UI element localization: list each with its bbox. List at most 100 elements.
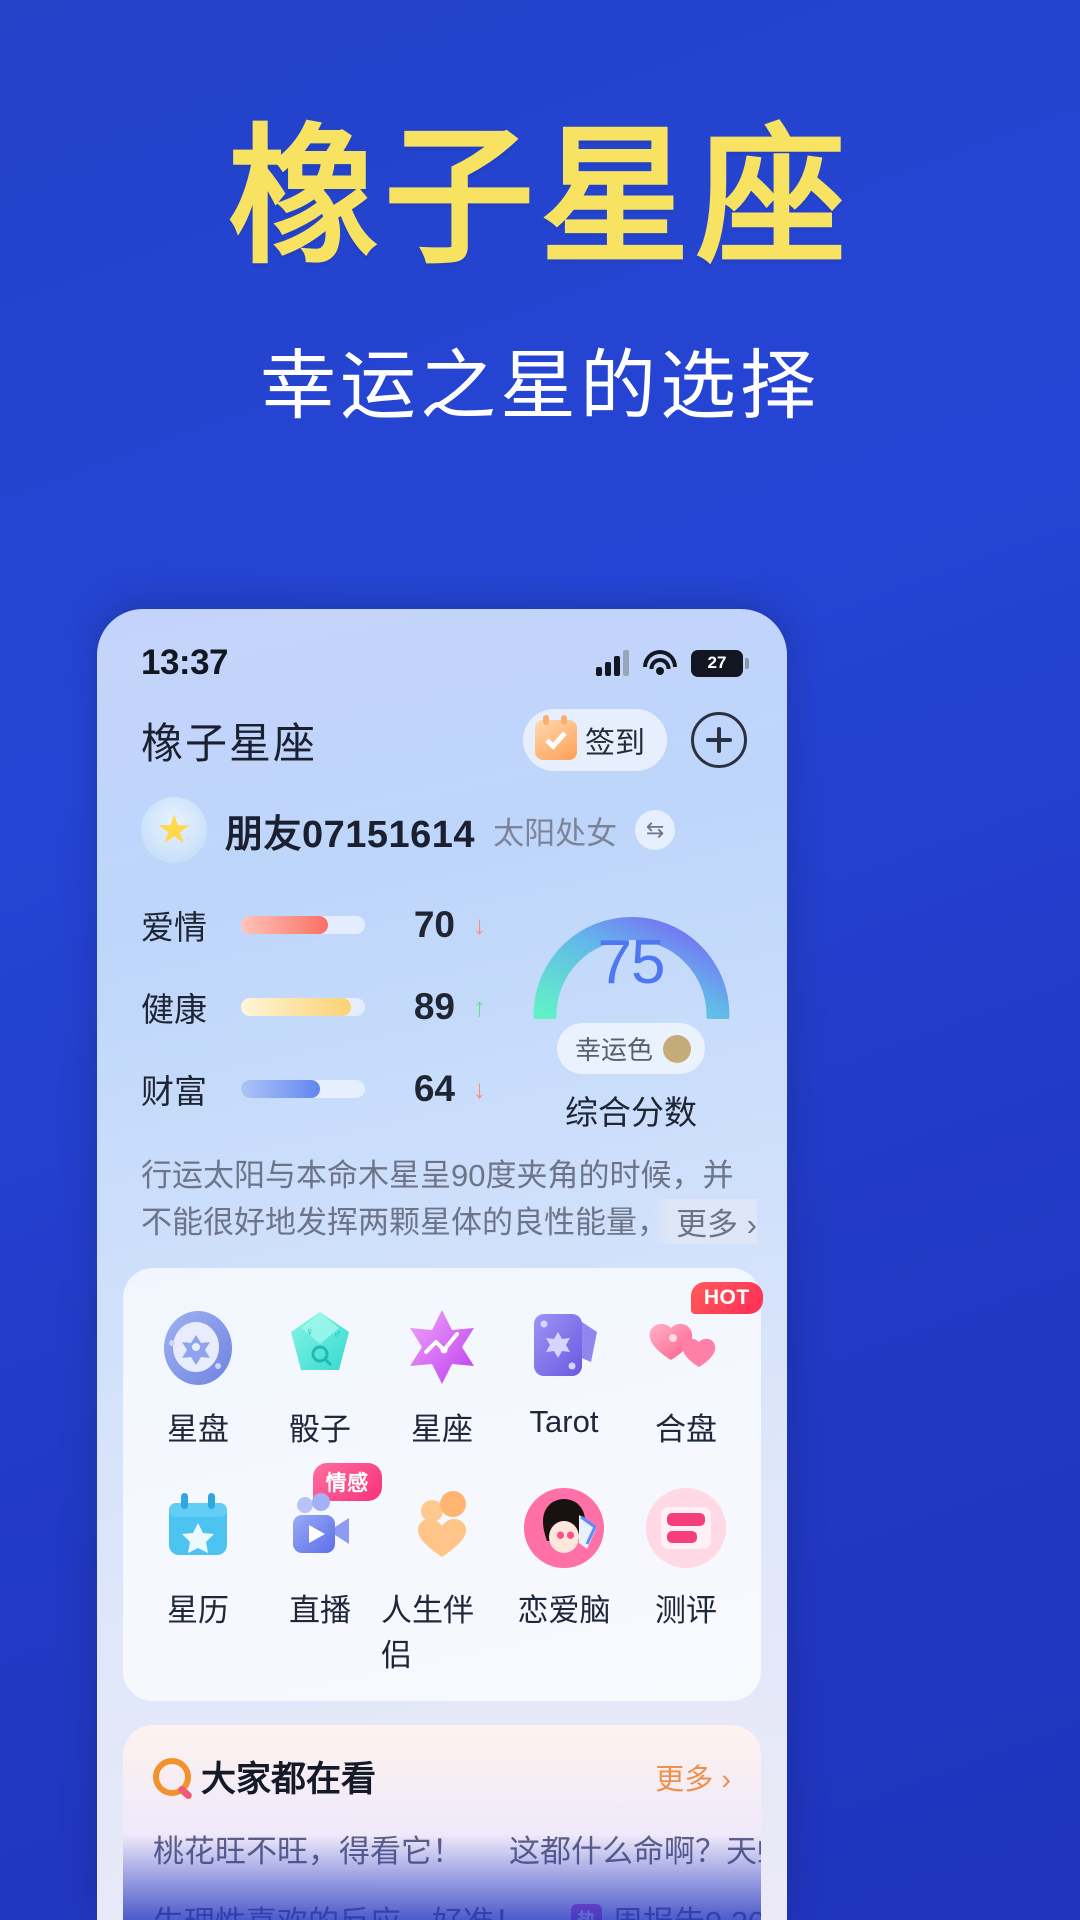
feature-label: 星座: [411, 1412, 473, 1447]
feature-label: 直播: [289, 1593, 351, 1628]
trending-item-text: 桃花旺不旺，得看它！: [153, 1834, 463, 1869]
app-header: 橡子星座 签到: [97, 695, 787, 771]
trending-item[interactable]: 这都什么命啊？天蝎座别看: [509, 1826, 761, 1871]
feature-synastry[interactable]: HOT 合盘: [625, 1282, 763, 1449]
bar-label: 爱情: [141, 909, 207, 946]
status-icons: 27: [596, 649, 749, 677]
user-name: 朋友07151614: [225, 813, 476, 856]
feature-grid-row: 星盘 ♀ ♂ 骰子 星座 Tarot HOT 合盘: [137, 1282, 763, 1449]
overall-score-gauge: 75 幸运色 综合分数: [515, 893, 747, 1147]
gauge-arc: 75: [529, 893, 734, 1019]
trending-item[interactable]: 桃花旺不旺，得看它！: [153, 1826, 463, 1871]
tarot-card-icon: [521, 1304, 607, 1390]
synastry-hearts-icon: [643, 1304, 729, 1390]
trending-title-group: 大家都在看: [153, 1751, 376, 1802]
bar-track: [241, 916, 365, 934]
feature-astrolabe[interactable]: 星盘: [137, 1298, 259, 1449]
feature-zodiac[interactable]: 星座: [381, 1298, 503, 1449]
lucky-color-label: 幸运色: [574, 1035, 653, 1065]
trending-tag: 热: [571, 1904, 603, 1920]
svg-text:♀: ♀: [305, 1325, 314, 1339]
marriage-report-icon: [643, 1485, 729, 1571]
plus-circle-icon[interactable]: [691, 712, 747, 768]
wifi-icon: [643, 650, 677, 676]
bar-label: 健康: [141, 991, 207, 1028]
bar-track: [241, 998, 365, 1016]
feature-grid-row: 星历 情感 直播 人生伴侣 恋爱脑 测评: [137, 1463, 747, 1675]
partner-hearts-icon: [399, 1485, 485, 1571]
trending-row: 生理性喜欢的反应，好准！ 热 周报告9.30–10.6 12星座讧: [153, 1897, 761, 1920]
promo-header: 橡子星座 幸运之星的选择: [0, 0, 1080, 434]
trend-arrow-icon: ↑: [473, 991, 486, 1022]
description-more-link[interactable]: 更多 ›: [652, 1199, 757, 1244]
feature-love-brain[interactable]: 恋爱脑: [503, 1479, 625, 1675]
feature-tarot[interactable]: Tarot: [503, 1298, 625, 1449]
header-actions: 签到: [523, 709, 747, 771]
battery-level: 27: [707, 653, 727, 672]
phone-mockup: 13:37 27 橡子星座 签到 ★ 朋友07151614 太阳处女 ⇆ 爱情 …: [97, 609, 787, 1920]
trending-title: 大家都在看: [201, 1760, 377, 1799]
feature-label: Tarot: [529, 1404, 599, 1439]
feature-label: 星历: [167, 1593, 229, 1628]
lucky-color-chip[interactable]: 幸运色: [556, 1023, 705, 1074]
bar-fill: [241, 1080, 321, 1098]
trending-section: 大家都在看 更多 › 桃花旺不旺，得看它！ 这都什么命啊？天蝎座别看 荐 下 生…: [123, 1725, 761, 1920]
bar-track: [241, 1080, 365, 1098]
avatar[interactable]: ★: [141, 797, 207, 863]
calendar-star-icon: [155, 1485, 241, 1571]
fortune-bar-wealth: 财富 64 ↓: [141, 1065, 499, 1113]
fortune-bar-health: 健康 89 ↑: [141, 983, 499, 1031]
feature-grid: 星盘 ♀ ♂ 骰子 星座 Tarot HOT 合盘 星历 情感 直播 人生伴侣 …: [123, 1268, 763, 1701]
trending-item-text: 生理性喜欢的反应，好准！: [153, 1897, 525, 1920]
promo-title: 橡子星座: [227, 111, 852, 285]
fortune-description: 行运太阳与本命木星呈90度夹角的时候，并不能很好地发挥两颗星体的良性能量，反而容…: [97, 1147, 787, 1246]
search-sparkle-icon: [153, 1757, 191, 1796]
user-sun-sign: 太阳处女: [493, 815, 618, 851]
feature-live[interactable]: 情感 直播: [259, 1463, 382, 1675]
trending-more-link[interactable]: 更多 ›: [655, 1756, 731, 1798]
feature-label: 合盘: [655, 1412, 717, 1447]
bar-value: 64: [413, 1068, 455, 1109]
promo-subtitle: 幸运之星的选择: [260, 340, 820, 430]
feature-label: 测评: [655, 1593, 717, 1628]
trending-header: 大家都在看 更多 ›: [153, 1751, 731, 1802]
feature-partner[interactable]: 人生伴侣: [381, 1479, 503, 1675]
trending-item[interactable]: 生理性喜欢的反应，好准！: [153, 1897, 525, 1920]
feature-dice[interactable]: ♀ ♂ 骰子: [259, 1298, 381, 1449]
fortune-bar-love: 爱情 70 ↓: [141, 901, 499, 949]
feature-label: 恋爱脑: [517, 1593, 611, 1628]
trending-row: 桃花旺不旺，得看它！ 这都什么命啊？天蝎座别看 荐 下: [153, 1826, 761, 1871]
page-title: 橡子星座: [141, 719, 318, 767]
zodiac-star-icon: [399, 1304, 485, 1390]
trending-item-text: 周报告9.30–10.6: [612, 1897, 761, 1920]
status-clock: 13:37: [141, 643, 229, 682]
status-bar: 13:37 27: [97, 609, 787, 695]
trending-rows: 桃花旺不旺，得看它！ 这都什么命啊？天蝎座别看 荐 下 生理性喜欢的反应，好准！…: [153, 1826, 761, 1920]
feature-assessment[interactable]: 测评: [625, 1479, 747, 1675]
signal-bars-icon: [596, 650, 629, 676]
bar-fill: [241, 998, 352, 1016]
trending-item-text: 这都什么命啊？天蝎座别看: [509, 1834, 761, 1869]
checkin-button[interactable]: 签到: [523, 709, 667, 771]
astrolabe-icon: [155, 1304, 241, 1390]
checkin-label: 签到: [585, 727, 645, 760]
trending-item[interactable]: 热 周报告9.30–10.6: [571, 1897, 761, 1920]
gauge-score: 75: [597, 928, 666, 997]
live-video-icon: [277, 1485, 363, 1571]
calendar-check-icon: [535, 715, 577, 760]
fortune-section: 爱情 70 ↓ 健康 89 ↑ 财富 64 ↓ 75 幸运色 综合分数: [97, 863, 787, 1147]
trend-arrow-icon: ↓: [473, 909, 486, 940]
battery-icon: 27: [691, 649, 749, 677]
gauge-caption: 综合分数: [565, 1094, 697, 1131]
feature-label: 星盘: [167, 1412, 229, 1447]
bar-value: 70: [413, 904, 455, 945]
user-row[interactable]: ★ 朋友07151614 太阳处女 ⇆: [97, 771, 787, 863]
feature-label: 人生伴侣: [381, 1593, 474, 1673]
bar-fill: [241, 916, 328, 934]
bar-value: 89: [413, 986, 455, 1027]
bar-label: 财富: [141, 1073, 207, 1110]
lucky-color-swatch: [663, 1034, 691, 1063]
trend-arrow-icon: ↓: [473, 1073, 486, 1104]
swap-icon[interactable]: ⇆: [635, 810, 676, 850]
feature-calendar[interactable]: 星历: [137, 1479, 259, 1675]
